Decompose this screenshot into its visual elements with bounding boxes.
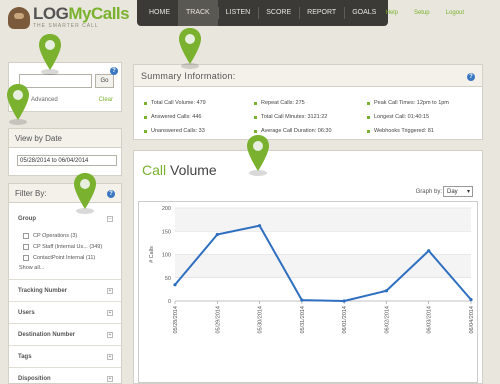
stat-item: Total Call Minutes: 3121:22 [254,110,332,124]
logo[interactable]: LOGMyCalls THE SMARTER CALL [8,4,130,29]
filter-panel: Filter By: ? Group – CP Operations (3) C… [8,183,122,384]
nav-goals[interactable]: GOALS [344,0,384,26]
expand-icon[interactable]: + [107,310,113,316]
x-tick-label: 06/03/2014 [427,306,433,334]
map-pin-icon [74,173,96,214]
map-pin-icon [7,84,29,125]
expand-icon[interactable]: + [107,354,113,360]
grid-band [175,277,471,301]
filter-disposition[interactable]: Disposition + [9,367,121,384]
group-item[interactable]: CP Staff (Internal Us... (349) [23,241,102,252]
clear-link[interactable]: Clear [99,97,113,103]
nav-listen[interactable]: LISTEN [217,0,259,26]
grid-band [175,254,471,278]
expand-icon[interactable]: + [107,288,113,294]
map-pin-icon [247,135,269,176]
group-item[interactable]: CP Operations (3) [23,230,102,241]
data-point [342,299,346,303]
data-point [215,232,219,237]
help-link[interactable]: Help [386,10,398,16]
group-item[interactable]: ContactPoint Internal (11) [23,252,102,263]
nav-score[interactable]: SCORE [258,0,299,26]
view-by-date-panel: View by Date 05/28/2014 to 06/04/2014 [8,128,122,176]
group-list: CP Operations (3) CP Staff (Internal Us.… [23,230,102,263]
chart-svg: 0 50 100 150 200 # Calls 05/28/2014 05/29/2014 0… [149,206,475,334]
data-point [300,298,304,302]
y-tick-label: 100 [162,253,171,259]
x-tick-label: 06/02/2014 [384,306,390,334]
filter-tags[interactable]: Tags + [9,345,121,367]
map-pin-icon [179,28,201,69]
data-point [173,283,177,287]
stat-item: Webhooks Triggered: 81 [367,124,449,138]
summary-panel: Summary Information: ? Total Call Volume… [133,64,483,140]
checkbox[interactable] [23,243,29,250]
y-tick-label: 0 [168,299,171,305]
chart-title: Call Volume [142,162,217,178]
advanced-link[interactable]: Advanced [31,97,58,103]
y-tick-label: 150 [162,229,171,235]
summary-column: Total Call Volume: 479 Answered Calls: 4… [144,96,206,138]
x-tick-label: 05/28/2014 [173,306,179,334]
graph-by-select[interactable]: Day [443,186,473,197]
data-point [469,298,473,302]
expand-icon[interactable]: + [107,376,113,382]
map-pin-icon [39,34,61,75]
x-tick-label: 05/29/2014 [215,306,221,334]
data-point [257,224,262,228]
stat-item: Total Call Volume: 479 [144,96,206,110]
main-nav: HOME TRACK LISTEN SCORE REPORT GOALS [137,0,389,26]
stat-item: Longest Call: 01:40:15 [367,110,449,124]
stat-item: Peak Call Times: 12pm to 1pm [367,96,449,110]
nav-report[interactable]: REPORT [299,0,344,26]
checkbox[interactable] [23,254,29,261]
collapse-icon[interactable]: – [107,216,113,222]
grid-band [175,208,471,232]
stat-item: Repeat Calls: 275 [254,96,332,110]
go-button[interactable]: Go [95,74,114,88]
graph-by-label: Graph by: [415,189,442,195]
group-heading[interactable]: Group [18,216,36,222]
date-range-field[interactable]: 05/28/2014 to 06/04/2014 [17,155,117,166]
info-icon[interactable]: ? [107,190,115,198]
checkbox[interactable] [23,232,29,239]
header: LOGMyCalls THE SMARTER CALL HOME TRACK L… [0,0,500,34]
view-by-date-title: View by Date [9,129,121,148]
top-links: Help Setup Logout [386,10,464,16]
info-icon[interactable]: ? [467,73,475,81]
stat-item: Unanswered Calls: 33 [144,124,206,138]
filter-users[interactable]: Users + [9,301,121,323]
data-point [384,289,389,293]
summary-column: Repeat Calls: 275 Total Call Minutes: 31… [254,96,332,138]
beaver-logo-icon [8,6,30,29]
info-icon[interactable]: ? [110,67,118,75]
y-tick-label: 200 [162,206,171,212]
x-tick-label: 05/31/2014 [300,306,306,334]
x-tick-label: 06/04/2014 [469,306,475,334]
y-axis-label: # Calls [149,246,155,263]
x-tick-label: 05/30/2014 [258,306,264,334]
nav-home[interactable]: HOME [141,0,178,26]
logo-prefix: LOG [33,4,69,23]
logout-link[interactable]: Logout [446,10,464,16]
stat-item: Answered Calls: 446 [144,110,206,124]
filter-title: Filter By: [9,184,121,203]
call-volume-panel: Call Volume Graph by: Day 0 50 100 150 200 # … [133,150,483,384]
setup-link[interactable]: Setup [414,10,430,16]
show-all-link[interactable]: Show all... [19,265,44,271]
x-tick-label: 06/01/2014 [342,306,348,334]
logo-brand: MyCalls [68,4,130,23]
call-volume-chart: 0 50 100 150 200 # Calls 05/28/2014 05/29/2014 0… [138,201,478,383]
summary-column: Peak Call Times: 12pm to 1pm Longest Cal… [367,96,449,138]
expand-icon[interactable]: + [107,332,113,338]
nav-track[interactable]: TRACK [178,0,218,26]
data-point [427,249,431,253]
logo-tagline: THE SMARTER CALL [33,23,99,29]
y-tick-label: 50 [165,276,171,282]
filter-tracking-number[interactable]: Tracking Number + [9,279,121,301]
filter-destination-number[interactable]: Destination Number + [9,323,121,345]
